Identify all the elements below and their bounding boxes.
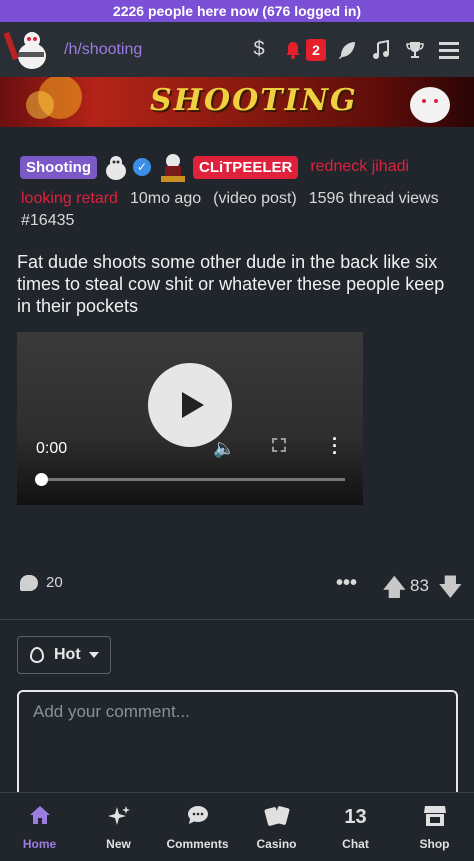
music-icon[interactable] xyxy=(364,30,398,70)
hole-tag[interactable]: Shooting xyxy=(20,155,97,179)
video-progress-knob[interactable] xyxy=(35,473,48,486)
nav-home[interactable]: Home xyxy=(0,793,79,861)
notification-badge[interactable]: 2 xyxy=(306,38,326,61)
comment-icon xyxy=(20,574,38,591)
chat-count: 13 xyxy=(344,806,367,828)
caret-down-icon xyxy=(88,652,99,658)
post-options-icon[interactable]: ••• xyxy=(336,572,357,595)
nav-comments[interactable]: Comments xyxy=(158,793,237,861)
verified-badge-icon: ✓ xyxy=(132,158,151,176)
banner-title: SHOOTING xyxy=(150,83,358,118)
video-more-icon[interactable]: · · · xyxy=(332,430,338,462)
thread-views: 1596 thread views xyxy=(308,190,439,207)
comments-button[interactable]: 20 xyxy=(20,574,63,591)
video-player[interactable]: 0:00 🔈 · · · xyxy=(17,332,363,505)
online-count-banner: 2226 people here now (676 logged in) xyxy=(0,0,474,22)
post-actions: 20 ••• 🡅 83 🡇 xyxy=(0,570,474,602)
bell-icon[interactable] xyxy=(276,30,310,70)
vote-score: 83 xyxy=(410,576,429,595)
post-age: 10mo ago xyxy=(129,190,202,207)
store-icon xyxy=(423,805,447,829)
site-logo[interactable] xyxy=(3,26,56,74)
home-icon xyxy=(29,805,51,829)
video-time: 0:00 xyxy=(36,440,68,457)
hat-avatar-icon xyxy=(103,153,129,181)
dollar-icon[interactable]: $ xyxy=(242,30,276,70)
post-title: Fat dude shoots some other dude in the b… xyxy=(17,252,445,316)
author-flair-continued: looking retard xyxy=(21,190,118,207)
bottom-nav: Home New Comments Casino 13 Chat Shop xyxy=(0,792,474,861)
trophy-icon[interactable] xyxy=(398,30,432,70)
nav-shop[interactable]: Shop xyxy=(395,793,474,861)
nav-home-label: Home xyxy=(22,837,57,851)
volume-icon[interactable]: 🔈 xyxy=(213,438,235,459)
downvote-icon[interactable]: 🡇 xyxy=(438,570,463,611)
nav-new-label: New xyxy=(106,837,131,851)
cards-icon xyxy=(264,805,290,829)
nav-new[interactable]: New xyxy=(79,793,158,861)
nav-comments-label: Comments xyxy=(166,837,229,851)
upvote-icon[interactable]: 🡅 xyxy=(382,570,407,611)
menu-icon[interactable] xyxy=(432,30,466,70)
divider xyxy=(0,619,474,620)
nav-casino[interactable]: Casino xyxy=(237,793,316,861)
hole-banner: SHOOTING xyxy=(0,77,474,127)
post-id: #16435 xyxy=(21,212,75,229)
comment-count: 20 xyxy=(46,574,63,591)
chat-icon xyxy=(187,805,209,829)
navbar: /h/shooting $ 2 xyxy=(0,22,474,77)
post-tags: Shooting ✓ CLiTPEELER redneck jihadi xyxy=(20,150,409,184)
nav-chat-label: Chat xyxy=(342,837,369,851)
post-meta: looking retard 10mo ago (video post) 1596 t… xyxy=(21,188,461,232)
nav-casino-label: Casino xyxy=(256,837,297,851)
fullscreen-icon[interactable] xyxy=(272,438,286,452)
sort-dropdown[interactable]: Hot xyxy=(17,636,111,674)
sort-label: Hot xyxy=(54,646,81,663)
author-username[interactable]: CLiTPEELER xyxy=(192,155,299,179)
user-avatar-icon[interactable] xyxy=(157,150,189,184)
nav-shop-label: Shop xyxy=(419,837,450,851)
flame-icon xyxy=(30,647,44,663)
hole-link[interactable]: /h/shooting xyxy=(64,41,142,59)
post-kind: (video post) xyxy=(213,190,297,207)
video-progress-bar[interactable] xyxy=(41,478,345,481)
play-icon[interactable] xyxy=(148,363,232,447)
nav-chat[interactable]: 13 Chat xyxy=(316,793,395,861)
feather-icon[interactable] xyxy=(330,30,364,70)
sparkle-icon xyxy=(107,805,130,829)
author-flair: redneck jihadi xyxy=(310,158,410,175)
